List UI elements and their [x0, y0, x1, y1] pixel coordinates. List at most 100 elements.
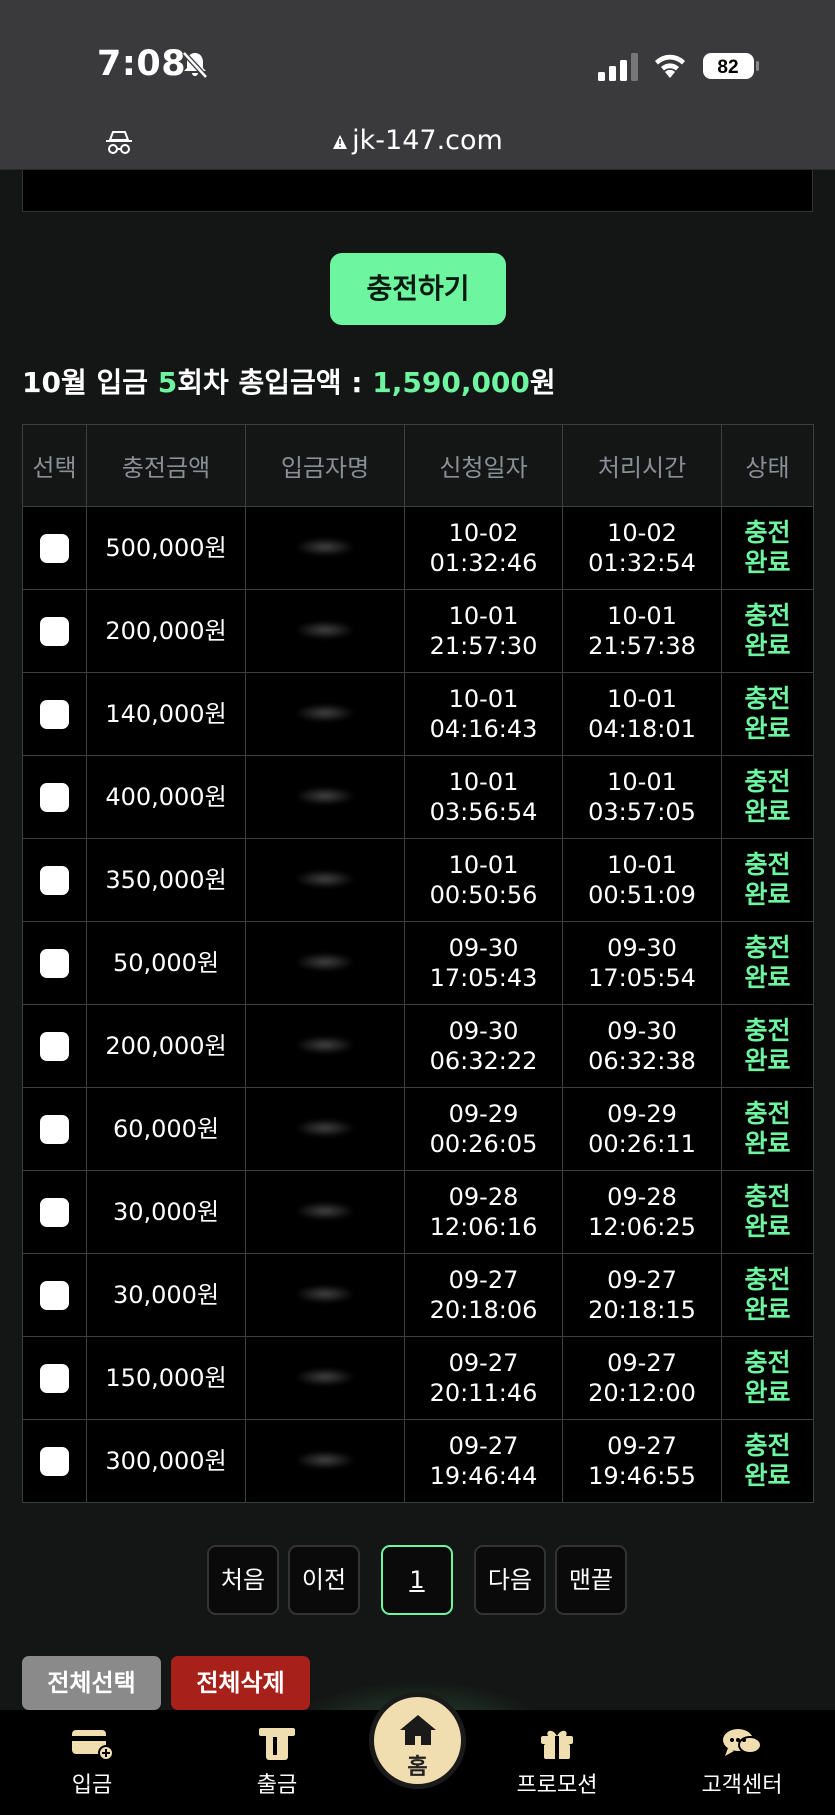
- row-processed-time: 09-29 00:26:11: [562, 1087, 722, 1171]
- page-first-button[interactable]: 처음: [207, 1545, 279, 1615]
- row-request-date: 10-01 03:56:54: [404, 755, 563, 839]
- depositor-name-redacted: [295, 1036, 355, 1054]
- row-checkbox[interactable]: [40, 1447, 69, 1477]
- row-processed-time: 09-27 20:18:15: [562, 1253, 722, 1337]
- processed-date: 09-30: [607, 1017, 677, 1045]
- page-prev-button[interactable]: 이전: [288, 1545, 360, 1615]
- row-select-cell[interactable]: [22, 1004, 87, 1088]
- battery-level: 82: [717, 57, 738, 78]
- row-checkbox[interactable]: [40, 949, 69, 979]
- row-processed-time: 09-30 17:05:54: [562, 921, 722, 1005]
- row-processed-time: 09-28 12:06:25: [562, 1170, 722, 1254]
- row-amount: 50,000원: [86, 921, 246, 1005]
- row-select-cell[interactable]: [22, 755, 87, 839]
- header-status: 상태: [721, 424, 814, 507]
- row-select-cell[interactable]: [22, 1253, 87, 1337]
- row-processed-time: 10-01 00:51:09: [562, 838, 722, 922]
- row-select-cell[interactable]: [22, 921, 87, 1005]
- row-amount: 350,000원: [86, 838, 246, 922]
- request-date: 09-30: [448, 934, 519, 962]
- request-date: 09-27: [448, 1266, 519, 1294]
- row-select-cell[interactable]: [22, 838, 87, 922]
- page-number-button[interactable]: 1: [381, 1545, 453, 1615]
- status-line-2: 완료: [744, 1295, 791, 1324]
- status-line-2: 완료: [744, 880, 791, 909]
- row-status: 충전 완료: [721, 1087, 814, 1171]
- row-checkbox[interactable]: [40, 783, 69, 813]
- nav-withdraw[interactable]: 출금: [207, 1725, 347, 1799]
- nav-deposit[interactable]: 입금: [22, 1725, 162, 1799]
- bell-muted-icon: [182, 51, 208, 79]
- row-select-cell[interactable]: [22, 1170, 87, 1254]
- depositor-name-redacted: [295, 787, 355, 805]
- depositor-name-redacted: [295, 1368, 355, 1386]
- status-line-1: 충전: [744, 684, 791, 713]
- row-select-cell[interactable]: [22, 506, 87, 590]
- status-time: 7:08: [97, 44, 187, 84]
- status-line-2: 완료: [744, 548, 791, 577]
- processed-date: 09-29: [607, 1100, 677, 1128]
- processed-date: 09-28: [607, 1183, 677, 1211]
- status-line-1: 충전: [744, 1348, 791, 1377]
- status-line-1: 충전: [744, 1182, 791, 1211]
- row-checkbox[interactable]: [40, 866, 69, 896]
- row-depositor: [245, 838, 405, 922]
- row-checkbox[interactable]: [40, 534, 69, 564]
- row-checkbox[interactable]: [40, 1364, 69, 1394]
- row-checkbox[interactable]: [40, 1032, 69, 1062]
- depositor-name-redacted: [295, 704, 355, 722]
- request-date: 10-01: [448, 851, 519, 879]
- row-select-cell[interactable]: [22, 672, 87, 756]
- charge-button[interactable]: 충전하기: [330, 253, 506, 325]
- row-select-cell[interactable]: [22, 1419, 87, 1503]
- page-last-button[interactable]: 맨끝: [555, 1545, 627, 1615]
- status-line-1: 충전: [744, 1016, 791, 1045]
- row-amount: 60,000원: [86, 1087, 246, 1171]
- row-request-date: 09-29 00:26:05: [404, 1087, 563, 1171]
- status-line-2: 완료: [744, 1212, 791, 1241]
- row-request-date: 09-27 20:11:46: [404, 1336, 563, 1420]
- row-checkbox[interactable]: [40, 700, 69, 730]
- row-select-cell[interactable]: [22, 1087, 87, 1171]
- page-next-button[interactable]: 다음: [474, 1545, 546, 1615]
- url-text: jk-147.com: [352, 125, 503, 156]
- content-box: [22, 170, 813, 212]
- row-status: 충전 완료: [721, 838, 814, 922]
- processed-date: 10-01: [607, 768, 677, 796]
- nav-promotion[interactable]: 프로모션: [487, 1725, 627, 1799]
- request-time: 04:16:43: [429, 715, 538, 743]
- request-date: 09-27: [448, 1349, 519, 1377]
- nav-promotion-label: 프로모션: [516, 1773, 598, 1798]
- processed-date: 09-27: [607, 1432, 677, 1460]
- row-checkbox[interactable]: [40, 1281, 69, 1311]
- nav-withdraw-label: 출금: [256, 1773, 298, 1798]
- status-line-1: 충전: [744, 518, 791, 547]
- select-all-button[interactable]: 전체선택: [22, 1656, 161, 1710]
- row-amount: 140,000원: [86, 672, 246, 756]
- row-select-cell[interactable]: [22, 1336, 87, 1420]
- status-line-2: 완료: [744, 1461, 791, 1490]
- depositor-name-redacted: [295, 1451, 355, 1469]
- row-depositor: [245, 1419, 405, 1503]
- processed-date: 09-27: [607, 1349, 677, 1377]
- row-request-date: 09-27 19:46:44: [404, 1419, 563, 1503]
- row-checkbox[interactable]: [40, 1198, 69, 1228]
- row-select-cell[interactable]: [22, 589, 87, 673]
- wifi-icon: [655, 54, 685, 78]
- status-line-1: 충전: [744, 933, 791, 962]
- processed-time: 03:57:05: [588, 798, 696, 826]
- depositor-name-redacted: [295, 953, 355, 971]
- nav-support[interactable]: 고객센터: [672, 1725, 812, 1799]
- nav-deposit-label: 입금: [71, 1773, 113, 1798]
- row-status: 충전 완료: [721, 1253, 814, 1337]
- row-processed-time: 10-02 01:32:54: [562, 506, 722, 590]
- row-processed-time: 10-01 21:57:38: [562, 589, 722, 673]
- table-row: 50,000원 09-30 17:05:43 09-30 17:05:54 충전 완료: [22, 921, 814, 1005]
- row-checkbox[interactable]: [40, 617, 69, 647]
- row-checkbox[interactable]: [40, 1115, 69, 1145]
- url-display[interactable]: jk-147.com: [0, 125, 835, 156]
- processed-time: 17:05:54: [588, 964, 696, 992]
- nav-support-label: 고객센터: [701, 1773, 783, 1798]
- nav-home[interactable]: 홈: [369, 1692, 466, 1789]
- depositor-name-redacted: [295, 1285, 355, 1303]
